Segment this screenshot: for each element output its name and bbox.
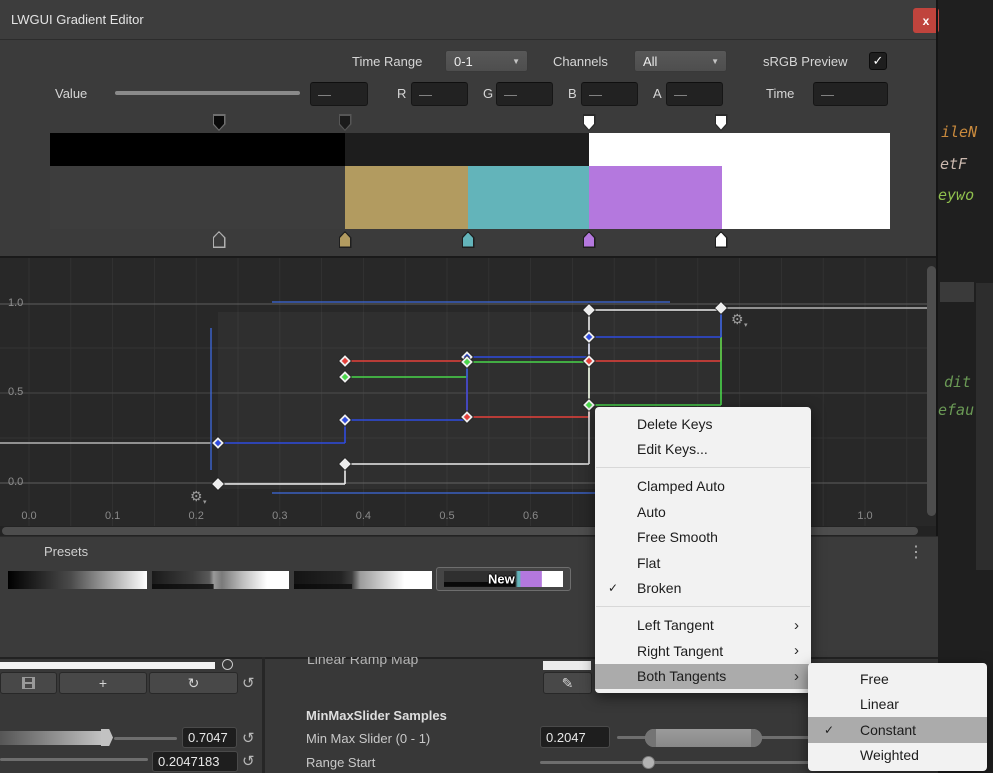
alpha-key-marker[interactable] xyxy=(583,114,596,131)
menu-item-label: Free Smooth xyxy=(637,529,718,545)
menu-item-label: Auto xyxy=(637,504,666,520)
ramp-preview-strip[interactable] xyxy=(0,662,215,669)
revert-icon[interactable]: ↺ xyxy=(242,752,255,770)
menu-item-left-tangent[interactable]: Left Tangent › xyxy=(595,613,811,638)
tangent-submenu: Free Linear ✓ Constant Weighted xyxy=(808,663,987,771)
submenu-arrow-icon: › xyxy=(794,617,799,634)
preset-gradient-thumbnail[interactable] xyxy=(152,571,289,589)
background-scroll-block xyxy=(940,282,974,302)
new-preset-label: New xyxy=(488,572,515,587)
menu-separator xyxy=(596,467,810,468)
background-code-text: dit xyxy=(944,373,971,391)
curve-vscrollbar[interactable] xyxy=(927,266,936,516)
menu-item-clamped-auto[interactable]: Clamped Auto xyxy=(595,474,811,499)
kebab-menu-icon[interactable]: ⋮ xyxy=(908,542,924,562)
range-start-slider-track[interactable] xyxy=(540,761,810,764)
menu-item-label: Clamped Auto xyxy=(637,478,725,494)
new-preset-button[interactable]: New xyxy=(436,567,571,591)
menu-item-free-smooth[interactable]: Free Smooth xyxy=(595,525,811,550)
background-panel-strip xyxy=(976,283,993,570)
background-code-text: efau xyxy=(938,401,974,419)
minmax-range-bar[interactable] xyxy=(645,729,762,747)
minmax-slider-label: Min Max Slider (0 - 1) xyxy=(306,731,430,746)
menu-separator xyxy=(596,606,810,607)
plus-icon: + xyxy=(99,675,107,691)
submenu-arrow-icon: › xyxy=(794,642,799,659)
panel-divider xyxy=(262,657,265,773)
menu-item-label: Free xyxy=(860,671,889,687)
menu-item-label: Right Tangent xyxy=(637,643,723,659)
preset-gradient-thumbnail[interactable] xyxy=(8,571,147,589)
menu-item-label: Broken xyxy=(637,580,681,596)
menu-item-weighted[interactable]: Weighted xyxy=(808,743,987,769)
menu-item-label: Flat xyxy=(637,555,660,571)
minmax-samples-header: MinMaxSlider Samples xyxy=(306,708,447,723)
alpha-key-marker[interactable] xyxy=(715,114,728,131)
gradient-markers-layer xyxy=(0,0,938,260)
color-key-marker[interactable] xyxy=(715,231,728,248)
slider-track[interactable] xyxy=(0,758,148,761)
menu-item-auto[interactable]: Auto xyxy=(595,499,811,524)
menu-item-label: Linear xyxy=(860,696,899,712)
alpha-key-marker[interactable] xyxy=(339,114,352,131)
alpha-key-marker[interactable] xyxy=(213,114,226,131)
menu-item-label: Constant xyxy=(860,722,916,738)
menu-item-flat[interactable]: Flat xyxy=(595,550,811,575)
check-icon: ✓ xyxy=(608,581,618,595)
color-key-marker[interactable] xyxy=(462,231,475,248)
gear-icon[interactable]: ⚙ xyxy=(731,311,744,327)
object-picker-icon[interactable] xyxy=(222,659,233,670)
menu-item-label: Weighted xyxy=(860,747,919,763)
menu-item-both-tangents[interactable]: Both Tangents › xyxy=(595,664,811,689)
save-icon xyxy=(22,677,35,689)
add-button[interactable]: + xyxy=(59,672,147,694)
background-code-text: eywo xyxy=(938,186,974,204)
menu-item-edit-keys[interactable]: Edit Keys... xyxy=(595,436,811,461)
gradient-editor-window: LWGUI Gradient Editor x Time Range 0-1 ▼… xyxy=(0,0,993,773)
color-key-marker[interactable] xyxy=(583,231,596,248)
svg-text:▾: ▾ xyxy=(203,499,207,506)
minmax-handle-left[interactable] xyxy=(645,729,656,747)
preset-gradient-thumbnail[interactable] xyxy=(294,571,432,589)
value2-text: 0.2047183 xyxy=(158,754,219,769)
menu-item-label: Edit Keys... xyxy=(637,441,708,457)
menu-item-right-tangent[interactable]: Right Tangent › xyxy=(595,638,811,663)
ramp-gradient-slider[interactable] xyxy=(0,731,108,745)
menu-item-label: Both Tangents xyxy=(637,668,726,684)
refresh-button[interactable]: ↻ xyxy=(149,672,238,694)
menu-item-broken[interactable]: ✓ Broken xyxy=(595,575,811,600)
menu-item-linear[interactable]: Linear xyxy=(808,692,987,718)
slider-track[interactable] xyxy=(114,737,177,740)
check-icon: ✓ xyxy=(824,723,834,737)
color-key-marker[interactable] xyxy=(213,231,226,248)
background-code-text: ileN xyxy=(941,123,977,141)
menu-item-delete-keys[interactable]: Delete Keys xyxy=(595,411,811,436)
menu-item-label: Delete Keys xyxy=(637,416,712,432)
gear-icon[interactable]: ⚙ xyxy=(190,488,203,504)
presets-label: Presets xyxy=(44,544,88,559)
minmax-value-field[interactable]: 0.2047 xyxy=(540,726,610,748)
range-start-label: Range Start xyxy=(306,755,375,770)
pencil-icon: ✎ xyxy=(562,675,574,692)
svg-text:▾: ▾ xyxy=(744,322,748,329)
minmax-value-text: 0.2047 xyxy=(546,730,586,745)
save-ramp-button[interactable] xyxy=(0,672,57,694)
menu-item-label: Left Tangent xyxy=(637,617,714,633)
value1-field[interactable]: 0.7047 xyxy=(182,727,237,748)
color-key-marker[interactable] xyxy=(339,231,352,248)
revert-icon[interactable]: ↺ xyxy=(242,729,255,747)
menu-item-constant[interactable]: ✓ Constant xyxy=(808,717,987,743)
texture-preview-sliver xyxy=(543,661,591,670)
range-start-slider-handle[interactable] xyxy=(642,756,655,769)
background-code-text: etF xyxy=(940,155,967,173)
submenu-arrow-icon: › xyxy=(794,668,799,685)
menu-item-free[interactable]: Free xyxy=(808,666,987,692)
refresh-icon: ↻ xyxy=(188,675,200,692)
value2-field[interactable]: 0.2047183 xyxy=(152,751,238,772)
key-context-menu: Delete Keys Edit Keys... Clamped Auto Auto F… xyxy=(595,407,811,693)
revert-icon[interactable]: ↺ xyxy=(242,674,255,692)
edit-ramp-button[interactable]: ✎ xyxy=(543,672,592,694)
value1-text: 0.7047 xyxy=(188,730,228,745)
